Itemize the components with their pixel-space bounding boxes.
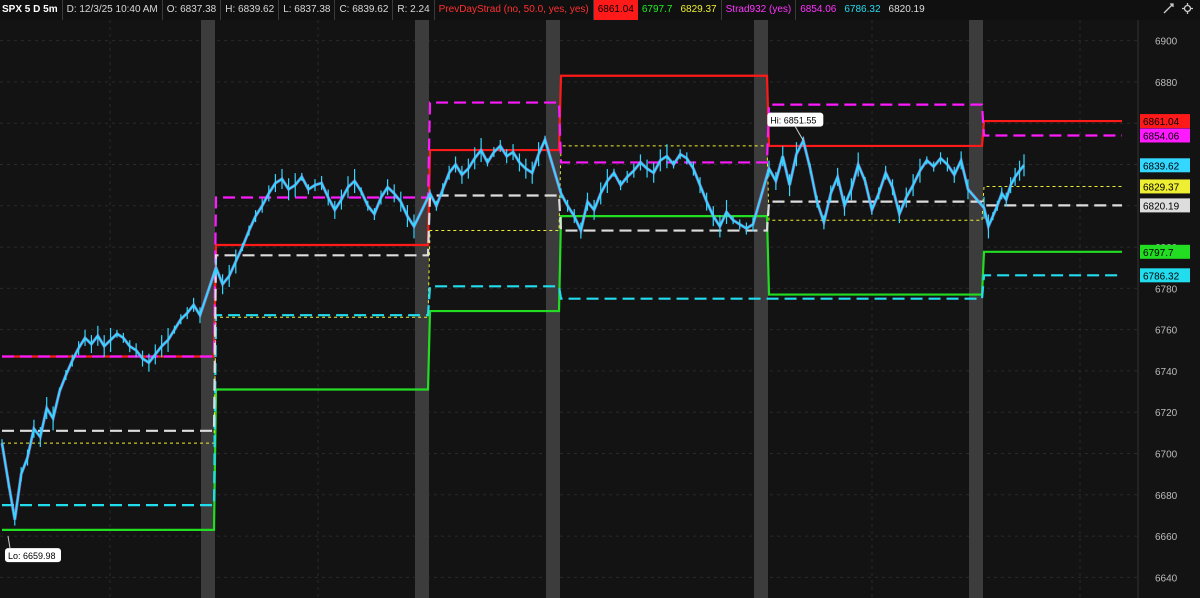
chart-controls [1162, 2, 1194, 15]
open-readout: O: 6837.38 [163, 0, 222, 20]
settings-icon[interactable] [1181, 2, 1194, 15]
study2-name[interactable]: Strad932 (yes) [722, 0, 797, 20]
y-tick-label: 6640 [1155, 573, 1178, 584]
study1-value-mid: 6829.37 [676, 0, 722, 20]
study1-value-lower: 6797.7 [641, 4, 673, 15]
session-break [415, 20, 429, 598]
high-readout: H: 6839.62 [221, 0, 280, 20]
y-tick-label: 6900 [1155, 37, 1178, 48]
price-chart[interactable]: 6900688068606840682068006780676067406720… [0, 20, 1200, 598]
y-tick-label: 6660 [1155, 532, 1178, 543]
price-tag-label: 6797.7 [1143, 248, 1174, 259]
session-break [546, 20, 560, 598]
y-tick-label: 6700 [1155, 450, 1178, 461]
session-break [754, 20, 768, 598]
price-tag-label: 6861.04 [1143, 117, 1180, 128]
study2-value-upper: 6854.06 [800, 4, 837, 15]
lo-callout-label: Lo: 6659.98 [8, 551, 56, 561]
study1-name[interactable]: PrevDayStrad (no, 50.0, yes, yes) [435, 0, 594, 20]
symbol-label[interactable]: SPX 5 D 5m [0, 0, 63, 20]
y-tick-label: 6720 [1155, 408, 1178, 419]
y-tick-label: 6780 [1155, 284, 1178, 295]
range-readout: R: 2.24 [393, 0, 435, 20]
y-tick-label: 6760 [1155, 326, 1178, 337]
study1-value-upper: 6861.04 [593, 0, 638, 20]
session-break [969, 20, 983, 598]
low-readout: L: 6837.38 [279, 0, 336, 20]
price-tag-label: 6854.06 [1143, 131, 1180, 142]
y-tick-label: 6740 [1155, 367, 1178, 378]
y-tick-label: 6880 [1155, 78, 1178, 89]
date-readout: D: 12/3/25 10:40 AM [63, 0, 163, 20]
chart-header-bar: SPX 5 D 5m D: 12/3/25 10:40 AM O: 6837.3… [0, 0, 1200, 21]
price-tag-label: 6829.37 [1143, 182, 1180, 193]
study2-value-lower: 6786.32 [844, 4, 881, 15]
study2-value-mid: 6820.19 [888, 4, 925, 15]
y-tick-label: 6680 [1155, 491, 1178, 502]
price-tag-label: 6786.32 [1143, 271, 1180, 282]
close-readout: C: 6839.62 [335, 0, 394, 20]
drawing-tools-icon[interactable] [1162, 2, 1175, 15]
price-tag-label: 6839.62 [1143, 161, 1180, 172]
hi-callout-label: Hi: 6851.55 [770, 116, 816, 126]
chart-background [0, 20, 1200, 598]
price-tag-label: 6820.19 [1143, 201, 1180, 212]
